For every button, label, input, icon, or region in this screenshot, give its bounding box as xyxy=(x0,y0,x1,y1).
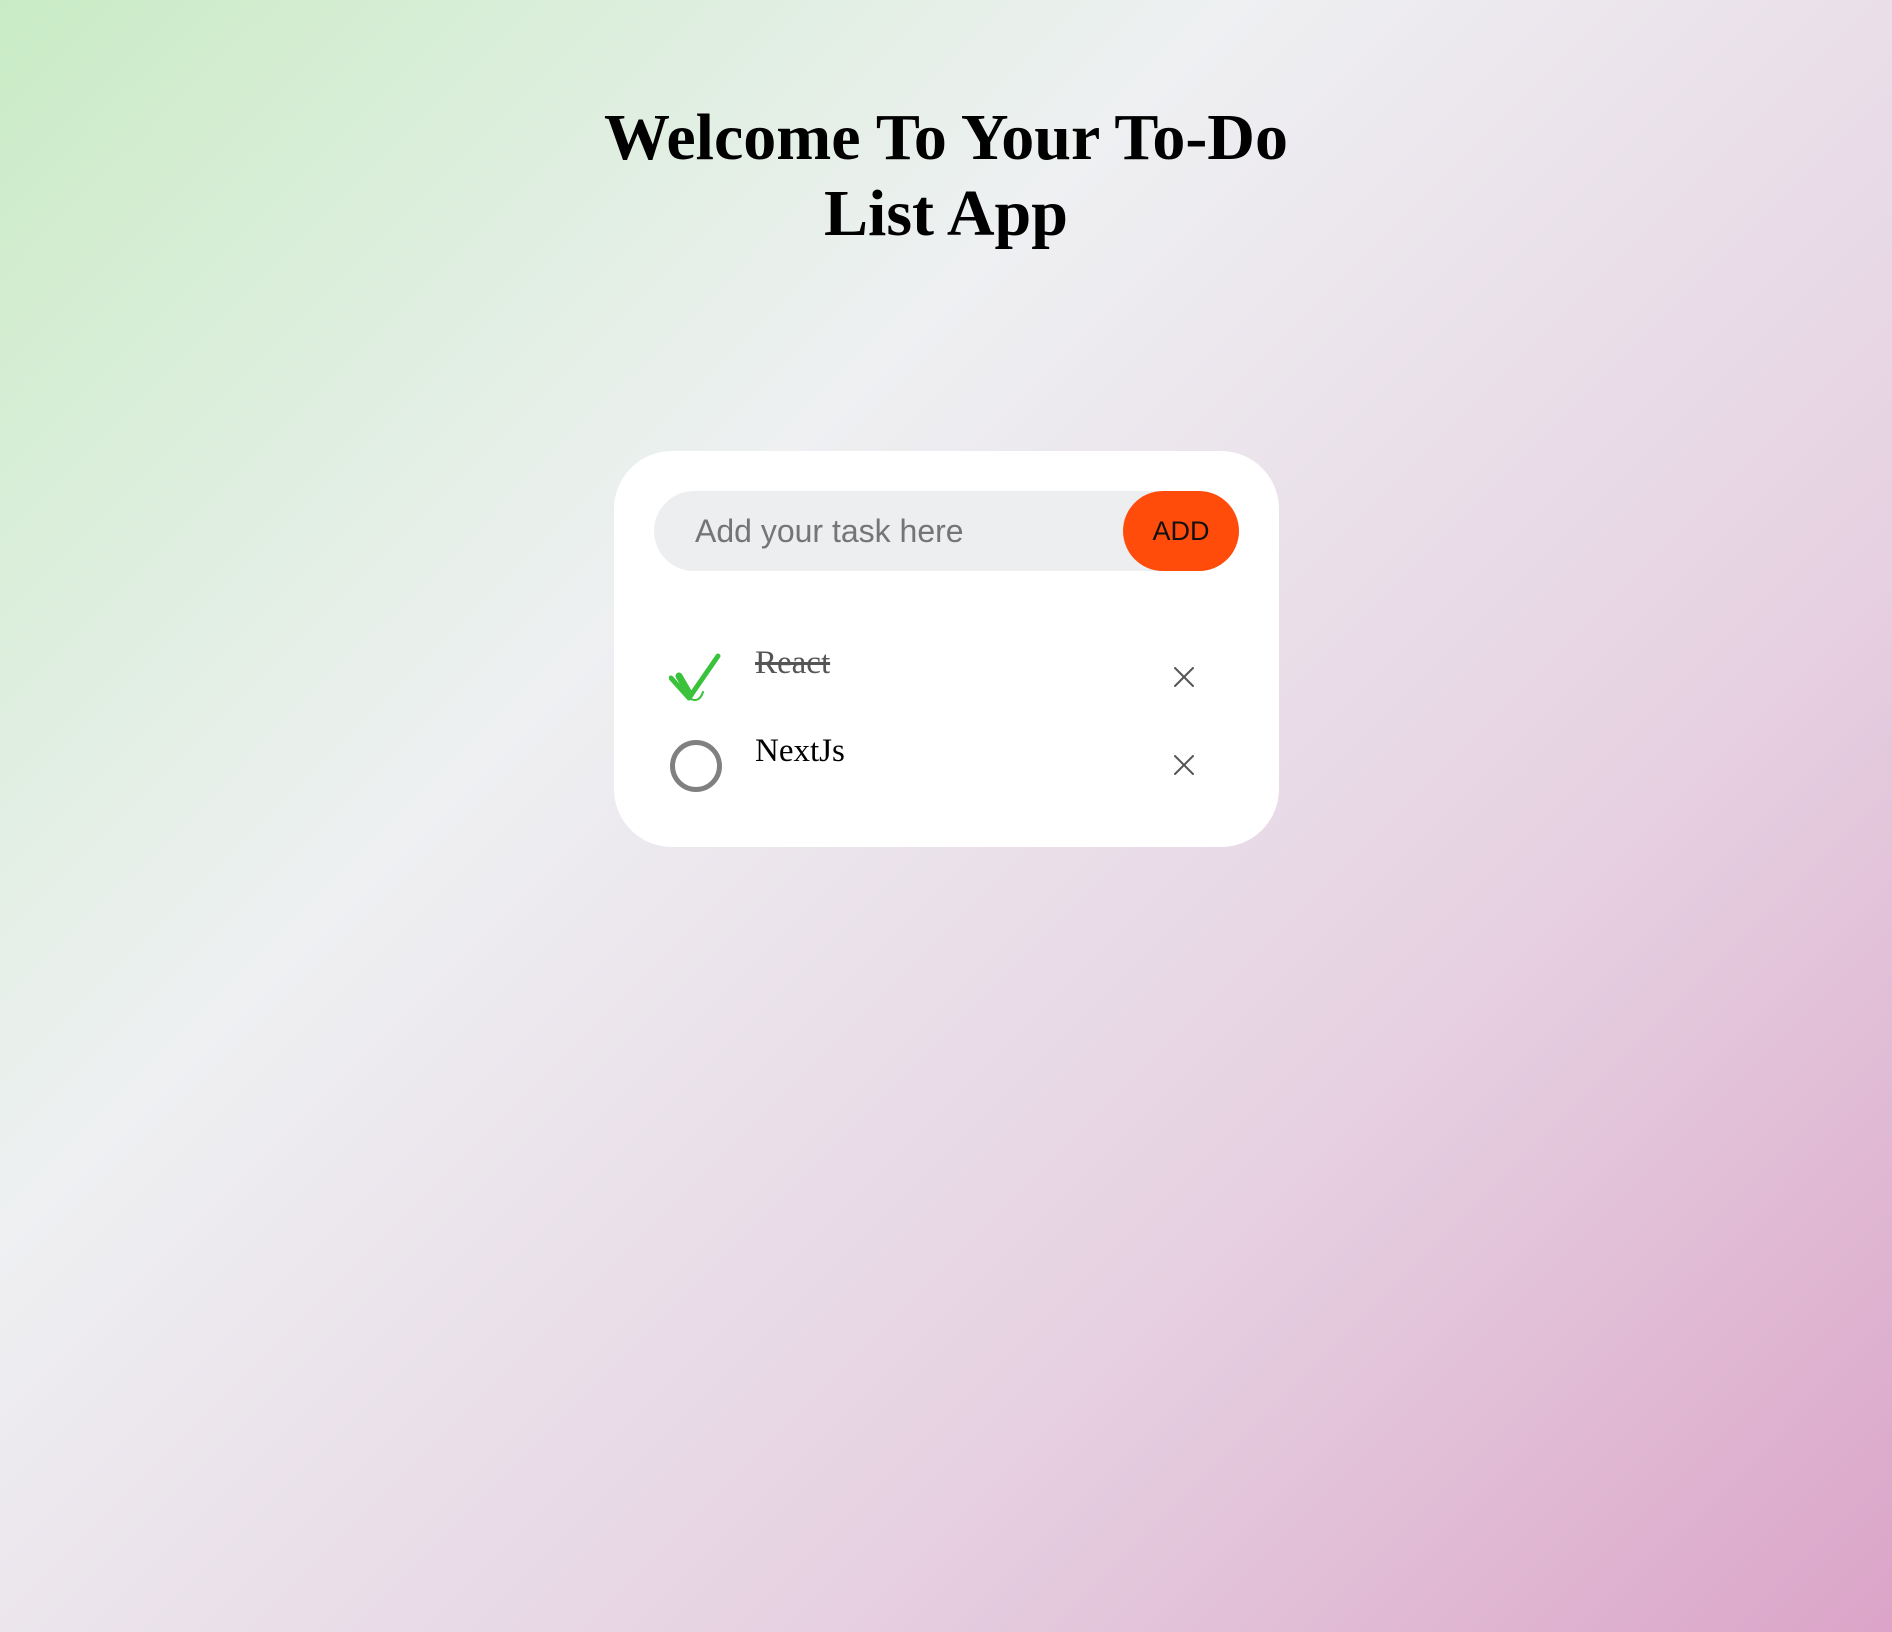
page-title-line-2: List App xyxy=(824,177,1068,250)
task-input[interactable] xyxy=(654,491,1114,571)
task-label: React xyxy=(755,645,831,681)
task-item[interactable]: NextJs xyxy=(654,729,1239,817)
task-item[interactable]: React xyxy=(654,641,1239,729)
todo-card: ADD React NextJ xyxy=(614,451,1279,847)
empty-circle-icon[interactable] xyxy=(669,739,723,793)
close-icon[interactable] xyxy=(1168,661,1200,693)
task-label: NextJs xyxy=(755,733,845,769)
close-icon[interactable] xyxy=(1168,749,1200,781)
checkmark-icon[interactable] xyxy=(669,651,723,705)
add-task-row: ADD xyxy=(654,491,1239,571)
page-title: Welcome To Your To-Do List App xyxy=(0,100,1892,252)
add-button[interactable]: ADD xyxy=(1123,491,1239,571)
page-title-line-1: Welcome To Your To-Do xyxy=(604,101,1288,174)
task-list: React NextJs xyxy=(654,641,1239,817)
